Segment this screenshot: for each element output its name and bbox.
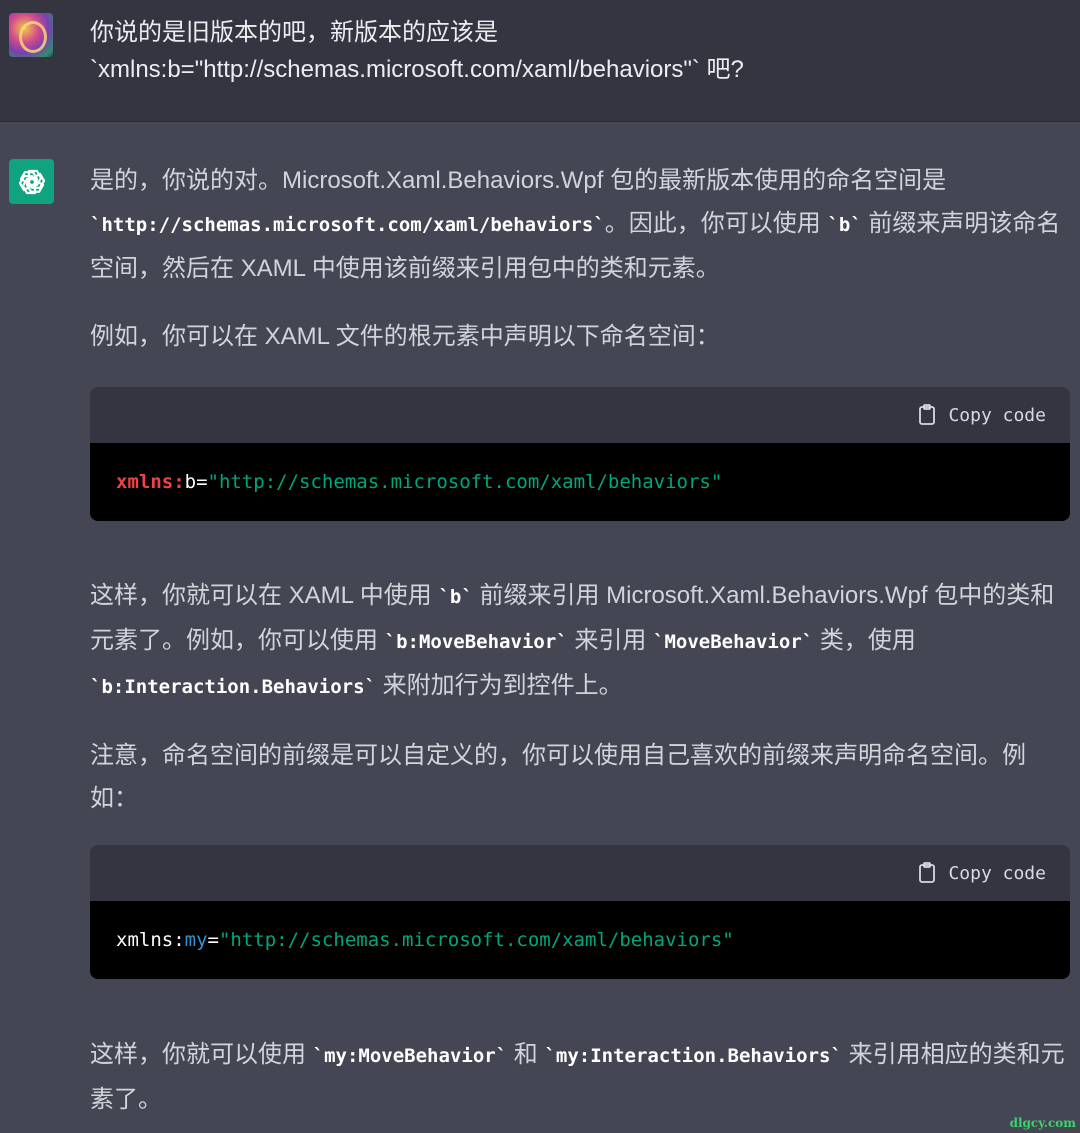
copy-code-label: Copy code: [948, 404, 1046, 426]
text: 和: [507, 1041, 545, 1068]
user-message-line-1: 你说的是旧版本的吧，新版本的应该是: [90, 19, 498, 46]
copy-code-button[interactable]: Copy code: [918, 404, 1046, 426]
inline-code: `b:Interaction.Behaviors`: [90, 676, 376, 698]
code-token-string: "http://schemas.microsoft.com/xaml/behav…: [207, 471, 723, 493]
text: 这样，你就可以使用: [90, 1041, 313, 1068]
code-block-content: xmlns: b = "http://schemas.microsoft.com/xa…: [90, 443, 1070, 521]
copy-code-button[interactable]: Copy code: [918, 862, 1046, 884]
watermark: dlgcy.com: [1009, 1116, 1076, 1130]
code-block-content: xmlns: my = "http://schemas.microsoft.com/x…: [90, 901, 1070, 979]
text: 来引用: [567, 627, 654, 654]
inline-code: `MoveBehavior`: [653, 631, 814, 653]
clipboard-icon: [919, 862, 936, 883]
copy-code-label: Copy code: [948, 862, 1046, 884]
code-block-header: Copy code: [90, 387, 1070, 443]
user-avatar: [9, 13, 53, 57]
code-token-string: "http://schemas.microsoft.com/xaml/behav…: [218, 929, 734, 951]
inline-code: `b`: [438, 586, 473, 608]
text: 来附加行为到控件上。: [375, 672, 623, 699]
code-block-2: Copy code xmlns: my = "http://schemas.micro…: [90, 845, 1070, 979]
paragraph-3: 这样，你就可以在 XAML 中使用 `b` 前缀来引用 Microsoft.Xa…: [90, 574, 1070, 709]
paragraph-2: 例如，你可以在 XAML 文件的根元素中声明以下命名空间：: [90, 323, 720, 350]
code-token-attr: xmlns:: [116, 471, 185, 493]
inline-code: `my:Interaction.Behaviors`: [544, 1045, 842, 1067]
user-message-line-2: `xmlns:b="http://schemas.microsoft.com/x…: [90, 56, 744, 83]
paragraph-5: 这样，你就可以使用 `my:MoveBehavior` 和 `my:Intera…: [90, 1033, 1070, 1121]
text: 。因此，你可以使用: [604, 210, 828, 237]
inline-code: `my:MoveBehavior`: [312, 1045, 508, 1067]
text: 这样，你就可以在 XAML 中使用: [90, 582, 439, 609]
text: 类，使用: [813, 627, 916, 654]
assistant-message: 是的，你说的对。Microsoft.Xaml.Behaviors.Wpf 包的最…: [0, 122, 1080, 1133]
inline-code: `http://schemas.microsoft.com/xaml/behav…: [90, 214, 605, 236]
openai-logo-icon: [9, 159, 54, 204]
code-token-name: b: [184, 471, 197, 493]
inline-code: `b`: [827, 214, 862, 236]
code-token-eq: =: [207, 929, 219, 951]
paragraph-1: 是的，你说的对。Microsoft.Xaml.Behaviors.Wpf 包的最…: [90, 159, 1070, 290]
paragraph-4: 注意，命名空间的前缀是可以自定义的，你可以使用自己喜欢的前缀来声明命名空间。例如…: [90, 742, 1026, 812]
text: 是的，你说的对。Microsoft.Xaml.Behaviors.Wpf 包的最…: [90, 167, 947, 194]
code-block-1: Copy code xmlns: b = "http://schemas.micros…: [90, 387, 1070, 521]
clipboard-icon: [919, 404, 936, 425]
code-block-header: Copy code: [90, 845, 1070, 901]
code-token-eq: =: [196, 471, 208, 493]
user-message: 你说的是旧版本的吧，新版本的应该是 `xmlns:b="http://schem…: [0, 0, 1080, 122]
assistant-message-body: 是的，你说的对。Microsoft.Xaml.Behaviors.Wpf 包的最…: [90, 159, 1070, 1121]
user-message-text: 你说的是旧版本的吧，新版本的应该是 `xmlns:b="http://schem…: [90, 14, 1050, 88]
code-token-name: my: [184, 929, 208, 951]
inline-code: `b:MoveBehavior`: [384, 631, 568, 653]
code-token-attr: xmlns:: [116, 929, 185, 951]
